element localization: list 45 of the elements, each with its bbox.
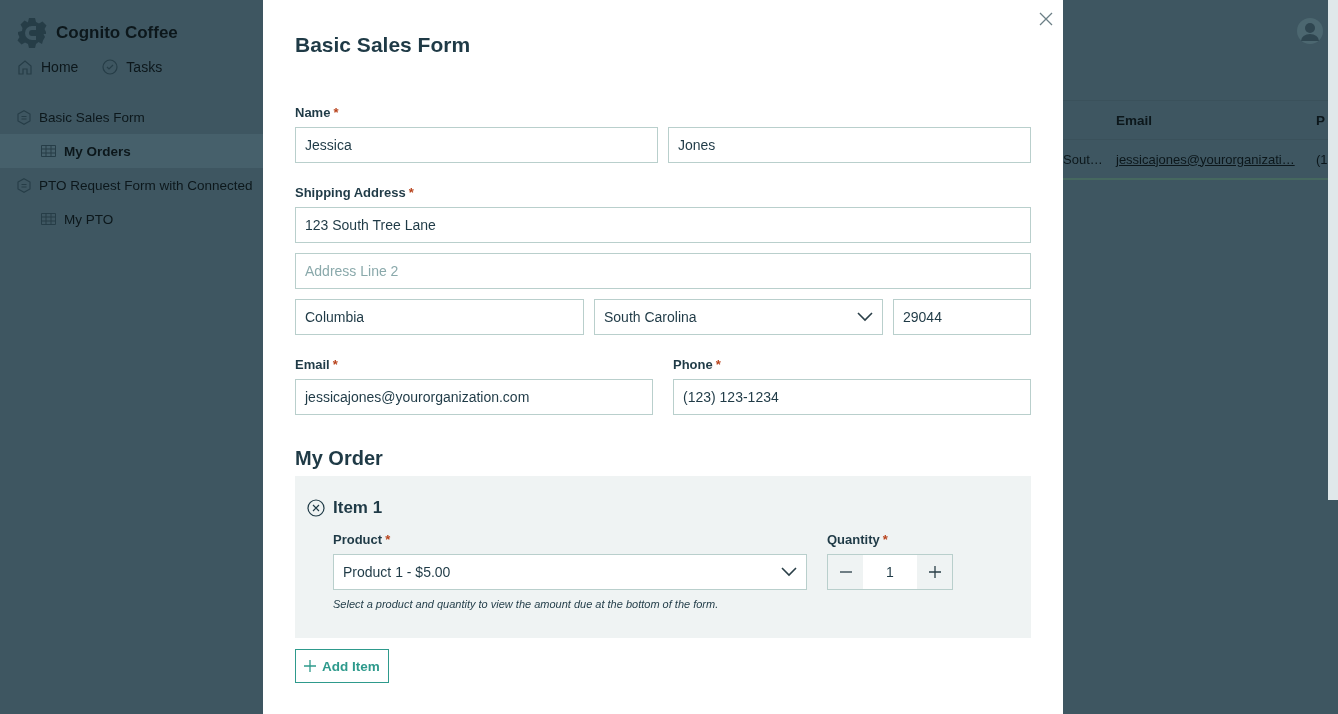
column-header: P bbox=[1316, 112, 1325, 128]
field-label: Quantity bbox=[827, 531, 880, 547]
table-cell: (1 bbox=[1316, 151, 1328, 167]
required-mark: * bbox=[385, 531, 391, 547]
table-cell-text: Sout… bbox=[1063, 151, 1104, 167]
column-header: Email bbox=[1116, 112, 1154, 128]
required-mark: * bbox=[332, 356, 338, 372]
field-label: Product bbox=[333, 531, 383, 547]
input-field[interactable]: 123 South Tree Lane bbox=[295, 207, 1031, 243]
form-icon bbox=[17, 109, 31, 125]
remove-icon[interactable] bbox=[307, 499, 325, 517]
chevron-down-icon bbox=[781, 567, 797, 577]
field-label: Shipping Address bbox=[295, 184, 406, 200]
chevron-down-icon bbox=[857, 312, 873, 322]
input-field[interactable]: (123) 123-1234 bbox=[673, 379, 1031, 415]
grid-icon bbox=[41, 145, 56, 157]
scroll-bar[interactable] bbox=[1327, 0, 1338, 500]
required-mark: * bbox=[408, 184, 414, 200]
item-title: Item 1 bbox=[333, 498, 383, 518]
home-icon bbox=[17, 59, 33, 75]
gear-logo-icon bbox=[16, 16, 48, 49]
input-field[interactable]: jessicajones@yourorganization.com bbox=[295, 379, 653, 415]
help-text: Select a product and quantity to view the amount due at the bottom of the form. bbox=[333, 598, 720, 610]
form-icon bbox=[17, 177, 31, 193]
plus-icon bbox=[304, 660, 316, 672]
input-field[interactable]: 29044 bbox=[893, 299, 1031, 335]
input-field[interactable]: Jones bbox=[668, 127, 1031, 163]
input-field[interactable]: Columbia bbox=[295, 299, 584, 335]
quantity-value: 1 bbox=[863, 555, 917, 589]
form-title: Basic Sales Form bbox=[295, 32, 472, 58]
close-icon[interactable] bbox=[1039, 12, 1053, 26]
quantity-stepper[interactable]: 1 bbox=[827, 554, 953, 590]
field-label: Name bbox=[295, 104, 331, 120]
field-label: Email bbox=[295, 356, 330, 372]
section-heading: My Order bbox=[295, 446, 384, 471]
required-mark: * bbox=[333, 104, 339, 120]
required-mark: * bbox=[715, 356, 721, 372]
field-label: Phone bbox=[673, 356, 713, 372]
required-mark: * bbox=[882, 531, 888, 547]
check-circle-icon bbox=[102, 59, 119, 75]
input-field[interactable]: Jessica bbox=[295, 127, 658, 163]
brand-name: Cognito Coffee bbox=[56, 22, 178, 43]
grid-icon bbox=[41, 213, 56, 225]
select-field[interactable]: South Carolina bbox=[594, 299, 883, 335]
select-field[interactable]: Product 1 - $5.00 bbox=[333, 554, 807, 590]
